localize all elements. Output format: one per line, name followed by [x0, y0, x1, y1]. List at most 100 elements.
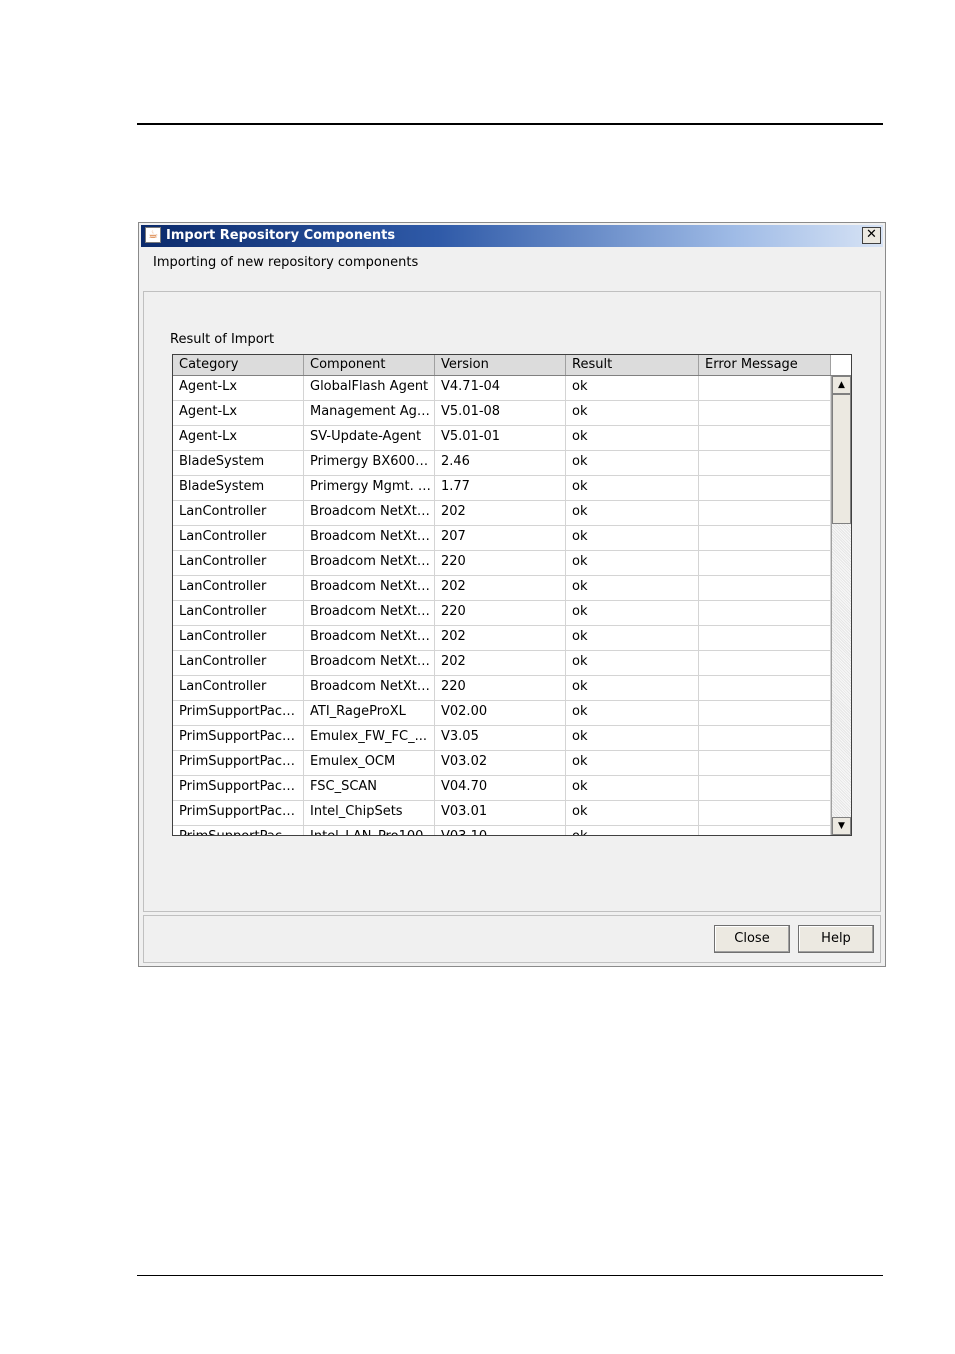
help-button[interactable]: Help: [798, 925, 874, 953]
table-header: Category Component Version Result Error …: [173, 355, 831, 376]
cell-version: 207: [435, 526, 566, 550]
cell-error-message: [699, 526, 831, 550]
table-row[interactable]: LanController Broadcom NetXtre... 202 ok: [173, 501, 831, 526]
table-row[interactable]: LanController Broadcom NetXtre... 202 ok: [173, 626, 831, 651]
cell-version: V03.10: [435, 826, 566, 835]
java-icon: ☕: [145, 227, 161, 243]
table-row[interactable]: BladeSystem Primergy Mgmt. Bl... 1.77 ok: [173, 476, 831, 501]
cell-category: PrimSupportPack-...: [173, 826, 304, 835]
dialog-title: Import Repository Components: [166, 228, 396, 243]
cell-error-message: [699, 426, 831, 450]
close-icon[interactable]: ✕: [862, 227, 881, 244]
content-panel: Result of Import Category Component Vers…: [143, 291, 881, 912]
bottom-rule: [137, 1275, 883, 1276]
cell-error-message: [699, 626, 831, 650]
column-header-version[interactable]: Version: [435, 355, 566, 375]
cell-component: Emulex_FW_FC_...: [304, 726, 435, 750]
table-row[interactable]: PrimSupportPack-...Intel_LAN_Pro100V03.1…: [173, 826, 831, 835]
cell-category: LanController: [173, 651, 304, 675]
table-row[interactable]: PrimSupportPack-... ATI_RageProXL V02.00 ok: [173, 701, 831, 726]
cell-version: 220: [435, 601, 566, 625]
cell-error-message: [699, 551, 831, 575]
cell-category: Agent-Lx: [173, 376, 304, 400]
section-label: Result of Import: [170, 332, 275, 347]
cell-error-message: [699, 726, 831, 750]
cell-result: ok: [566, 576, 699, 600]
scroll-down-icon[interactable]: ▼: [832, 817, 851, 835]
cell-component: FSC_SCAN: [304, 776, 435, 800]
cell-version: 1.77: [435, 476, 566, 500]
column-header-error-message[interactable]: Error Message: [699, 355, 831, 375]
cell-component: Intel_ChipSets: [304, 801, 435, 825]
cell-version: V03.02: [435, 751, 566, 775]
cell-version: V5.01-08: [435, 401, 566, 425]
table-row[interactable]: PrimSupportPack-... Intel_ChipSets V03.01 o…: [173, 801, 831, 826]
cell-result: ok: [566, 476, 699, 500]
cell-component: Emulex_OCM: [304, 751, 435, 775]
top-rule: [137, 123, 883, 125]
column-header-category[interactable]: Category: [173, 355, 304, 375]
cell-category: PrimSupportPack-...: [173, 751, 304, 775]
title-bar[interactable]: ☕ Import Repository Components ✕: [141, 225, 883, 247]
cell-result: ok: [566, 751, 699, 775]
cell-component: GlobalFlash Agent: [304, 376, 435, 400]
close-button[interactable]: Close: [714, 925, 790, 953]
cell-version: V3.05: [435, 726, 566, 750]
cell-result: ok: [566, 801, 699, 825]
table-row[interactable]: PrimSupportPack-... Emulex_OCM V03.02 ok: [173, 751, 831, 776]
cell-category: PrimSupportPack-...: [173, 801, 304, 825]
cell-version: 220: [435, 551, 566, 575]
cell-component: Primergy Mgmt. Bl...: [304, 476, 435, 500]
cell-result: ok: [566, 501, 699, 525]
table-row[interactable]: LanController Broadcom NetXtre... 202 ok: [173, 651, 831, 676]
cell-version: 202: [435, 576, 566, 600]
cell-category: BladeSystem: [173, 476, 304, 500]
cell-component: Broadcom NetXtre...: [304, 601, 435, 625]
cell-result: ok: [566, 426, 699, 450]
scroll-up-icon[interactable]: ▲: [832, 376, 851, 394]
cell-category: LanController: [173, 551, 304, 575]
cell-result: ok: [566, 376, 699, 400]
table-row[interactable]: LanController Broadcom NetXtre... 207 ok: [173, 526, 831, 551]
cell-error-message: [699, 576, 831, 600]
cell-result: ok: [566, 401, 699, 425]
cell-result: ok: [566, 826, 699, 835]
cell-version: V04.70: [435, 776, 566, 800]
cell-result: ok: [566, 776, 699, 800]
cell-version: V4.71-04: [435, 376, 566, 400]
cell-result: ok: [566, 676, 699, 700]
cell-category: PrimSupportPack-...: [173, 776, 304, 800]
cell-category: BladeSystem: [173, 451, 304, 475]
table-row[interactable]: LanController Broadcom NetXtre... 220 ok: [173, 676, 831, 701]
table-row[interactable]: Agent-Lx SV-Update-Agent V5.01-01 ok: [173, 426, 831, 451]
table-row[interactable]: LanController Broadcom NetXtre... 202 ok: [173, 576, 831, 601]
cell-error-message: [699, 401, 831, 425]
cell-component: SV-Update-Agent: [304, 426, 435, 450]
cell-error-message: [699, 801, 831, 825]
dialog-subtitle: Importing of new repository components: [153, 255, 419, 270]
table-row[interactable]: BladeSystem Primergy BX600 S... 2.46 ok: [173, 451, 831, 476]
cell-component: ATI_RageProXL: [304, 701, 435, 725]
column-header-component[interactable]: Component: [304, 355, 435, 375]
cell-version: 202: [435, 651, 566, 675]
button-panel: Close Help: [143, 915, 881, 963]
vertical-scrollbar[interactable]: ▲ ▼: [831, 376, 851, 835]
table-row[interactable]: Agent-Lx Management Agent V5.01-08 ok: [173, 401, 831, 426]
cell-result: ok: [566, 601, 699, 625]
table-row[interactable]: PrimSupportPack-... Emulex_FW_FC_... V3.05…: [173, 726, 831, 751]
scroll-thumb[interactable]: [832, 394, 851, 524]
column-header-result[interactable]: Result: [566, 355, 699, 375]
cell-component: Broadcom NetXtre...: [304, 526, 435, 550]
cell-component: Broadcom NetXtre...: [304, 626, 435, 650]
table-row[interactable]: LanController Broadcom NetXtre... 220 ok: [173, 601, 831, 626]
cell-error-message: [699, 776, 831, 800]
table-row[interactable]: LanController Broadcom NetXtre... 220 ok: [173, 551, 831, 576]
cell-version: V03.01: [435, 801, 566, 825]
table-body: Agent-Lx GlobalFlash Agent V4.71-04 ok Agent…: [173, 376, 831, 835]
cell-category: PrimSupportPack-...: [173, 726, 304, 750]
cell-error-message: [699, 751, 831, 775]
cell-category: LanController: [173, 676, 304, 700]
cell-component: Broadcom NetXtre...: [304, 651, 435, 675]
table-row[interactable]: PrimSupportPack-... FSC_SCAN V04.70 ok: [173, 776, 831, 801]
table-row[interactable]: Agent-Lx GlobalFlash Agent V4.71-04 ok: [173, 376, 831, 401]
